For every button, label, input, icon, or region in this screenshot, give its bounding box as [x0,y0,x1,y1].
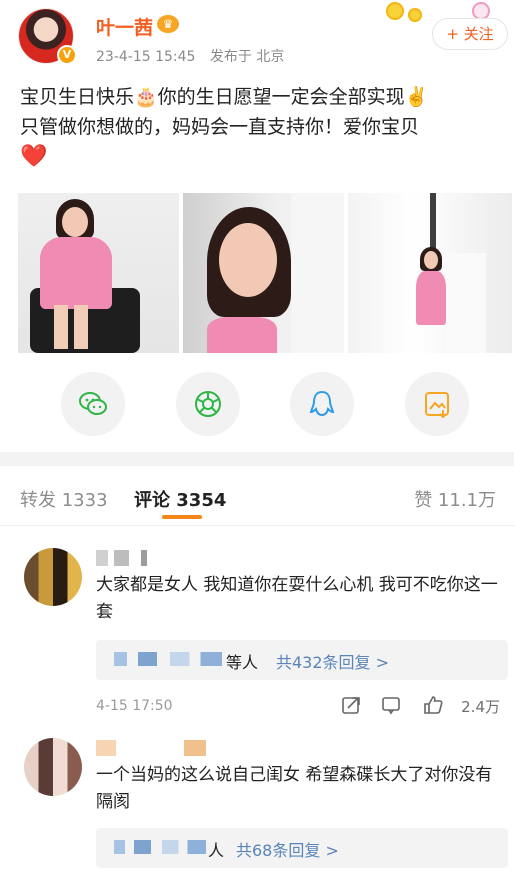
reply-summary[interactable]: 人 共68条回复 > [96,828,508,868]
leg-shape [54,305,68,349]
vip-crown-icon: ♛ [157,15,179,33]
share-wechat-button[interactable] [61,372,125,436]
face-shape [424,251,438,269]
flower-icon [386,2,404,20]
reply-names-blurred [114,652,222,666]
reply-names-blurred [114,840,206,854]
post-text: 宝贝生日快乐🎂你的生日愿望一定会全部实现✌️ 只管做你想做的，妈妈会一直支持你！… [20,82,506,172]
pink-jacket-shape [40,237,112,309]
commenter-avatar[interactable] [24,548,82,606]
tab-repost[interactable]: 转发 1333 [20,486,108,512]
comment-text: 大家都是女人 我知道你在耍什么心机 我可不吃你这一套 [96,575,498,622]
heart-icon: ❤️ [20,144,48,169]
comment-icon[interactable] [380,694,402,716]
face-shape [62,207,88,237]
like-count: 2.4万 [461,698,500,716]
post-text-line-2: 只管做你想做的，妈妈会一直支持你！爱你宝贝 [20,116,420,138]
curtain-shape [446,253,486,353]
post-photo-2[interactable] [183,193,344,353]
post-header: V 叶一茜 ♛ 23-4-15 15:45 发布于 北京 + 关注 [0,0,514,78]
repost-icon[interactable] [340,694,362,716]
curtain-shape [291,193,344,353]
comment-time: 4-15 17:50 [96,698,173,714]
share-qq-button[interactable] [290,372,354,436]
author-name[interactable]: 叶一茜 [96,13,153,40]
tab-comments[interactable]: 评论 3354 [134,486,226,512]
interaction-tabs: 转发 1333 评论 3354 赞 11.1万 [0,466,514,526]
pink-jacket-shape [207,317,277,353]
comment-text: 一个当妈的这么说自己闺女 希望森碟长大了对你没有隔阂 [96,765,493,812]
reply-count-link[interactable]: 共432条回复 > [276,649,389,673]
leg-shape [74,305,88,349]
pink-jacket-shape [416,271,446,325]
post-meta: 23-4-15 15:45 发布于 北京 [96,46,284,66]
save-image-icon [425,392,449,419]
follow-button[interactable]: + 关注 [432,18,508,50]
post-location: 发布于 北京 [209,49,285,65]
reply-summary[interactable]: 等人 共432条回复 > [96,640,508,680]
active-tab-indicator [162,515,202,519]
commenter-name-blurred[interactable] [96,550,156,566]
reply-suffix: 等人 [226,653,259,672]
verified-badge-icon: V [57,45,77,65]
reply-suffix: 人 [208,841,225,860]
face-shape [219,223,277,297]
flower-icon [408,8,422,22]
post-date: 23-4-15 15:45 [96,49,196,65]
wechat-icon [79,392,107,415]
post-text-line-1: 宝贝生日快乐🎂你的生日愿望一定会全部实现✌️ [20,86,429,108]
post-photo-1[interactable] [18,193,179,353]
thumbs-up-icon[interactable] [422,694,444,716]
moments-icon [195,391,221,417]
commenter-name-blurred[interactable] [96,740,206,756]
share-bar [0,368,514,438]
comment-actions: 2.4万 [340,694,500,718]
qq-icon [309,390,335,417]
post-photo-3[interactable] [348,193,512,353]
section-divider [0,452,514,466]
reply-count-link[interactable]: 共68条回复 > [236,837,339,861]
save-image-button[interactable] [405,372,469,436]
tab-likes[interactable]: 赞 11.1万 [414,486,496,512]
commenter-avatar[interactable] [24,738,82,796]
share-moments-button[interactable] [176,372,240,436]
